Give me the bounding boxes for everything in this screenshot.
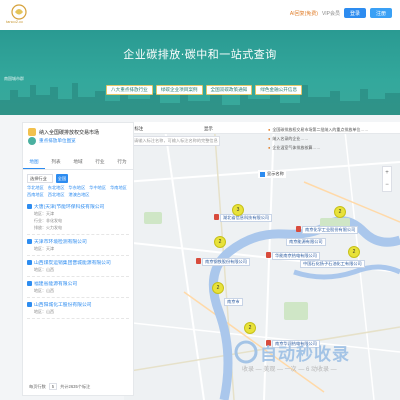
list-item[interactable]: 天津市环境检测有限公司 地区：天津 [27, 235, 129, 256]
region-link[interactable]: 西北地区 [48, 192, 65, 198]
region-link[interactable]: 东北地区 [48, 185, 65, 191]
list-item[interactable]: 福建省能源有限公司 地区：山西 [27, 277, 129, 298]
hero-tab-policies[interactable]: 全国双碳政策通知 [205, 85, 253, 95]
hero-tab-industries[interactable]: 八大重点排放行业 [106, 85, 153, 95]
company-icon [27, 260, 32, 265]
legend-label: 显示名称 [267, 171, 284, 176]
info-note: ● 全国碳排放权交易市场第二批纳入的重点排放单位…… [268, 127, 369, 132]
watermark-subtitle: 收录 — 美观 — 一次 — 6 动收录 — [242, 367, 337, 373]
page-title: 企业碳排放·碳中和一站式查询 [123, 48, 277, 61]
map-cluster[interactable]: 2 [348, 246, 360, 258]
page-size-select[interactable]: 5 [48, 383, 58, 390]
hero-city-label: 南国城市群 [4, 76, 24, 81]
region-filters: 华北地区 东北地区 华东地区 华中地区 华南地区 西南地区 西北地区 港澳台地区 [23, 183, 133, 200]
list-item[interactable]: 山西阳城化工股份有限公司 地区：山西 [27, 298, 129, 319]
tab-region[interactable]: 地域 [67, 156, 89, 169]
map-marker-label[interactable]: 南京能源有限公司 [286, 238, 326, 246]
all-regions-button[interactable]: 全国 [56, 174, 68, 183]
map-marker-label[interactable]: 华能南京热电有限公司 [272, 252, 320, 260]
ai-reply-link[interactable]: AI回复(免费) [290, 10, 318, 17]
map-city-label: 南京市 [224, 298, 243, 306]
pagination: 每页行数 5 共计2635个标注 [29, 383, 91, 390]
map-cluster[interactable]: 2 [244, 322, 256, 334]
map-marker-label[interactable]: 南京钢铁股份有限公司 [202, 258, 250, 266]
map-marker-label[interactable]: 中国石化扬子石油化工有限公司 [300, 260, 365, 268]
map-cluster[interactable]: 2 [334, 206, 346, 218]
company-icon [27, 302, 32, 307]
map-cluster[interactable]: 2 [214, 236, 226, 248]
industry-select[interactable]: 选择行业 [27, 174, 53, 183]
hero-tab-cases[interactable]: 绿碳企业项目案例 [155, 85, 203, 95]
map-pin-icon[interactable] [214, 214, 219, 220]
hero-banner: 南国城市群 企业碳排放·碳中和一站式查询 八大重点排放行业 绿碳企业项目案例 全… [0, 30, 400, 115]
panel-tabs: 地图 列表 地域 行业 行为 [23, 156, 133, 170]
company-list: 大唐(天津)节能环保科技有限公司 地区：天津 行业：非化发电 排放：火力发电 天… [23, 200, 133, 319]
vip-link[interactable]: VIP会员 [322, 10, 340, 17]
info-note: ● 纳入名录的企业…… [268, 136, 309, 141]
company-panel: 纳入全国碳排放权交易市场 重点排放单位图览 地图 列表 地域 行业 行为 选择行… [22, 122, 134, 396]
filter-row: 选择行业 全国 [23, 170, 133, 183]
market-icon [28, 128, 36, 136]
zoom-in-icon[interactable]: + [383, 167, 391, 179]
map-marker-label[interactable]: 南京化学工业股份有限公司 [302, 226, 359, 234]
tab-behavior[interactable]: 行为 [111, 156, 133, 169]
top-navbar: tanco2.cc AI回复(免费) VIP会员 登录 注册 [0, 0, 400, 30]
login-button[interactable]: 登录 [344, 8, 366, 18]
watermark-title: 自动秒收录 [260, 345, 350, 365]
panel-subtitle[interactable]: 重点排放单位图览 [23, 137, 133, 150]
region-link[interactable]: 华南地区 [110, 185, 127, 191]
region-link[interactable]: 华北地区 [27, 185, 44, 191]
tab-industry[interactable]: 行业 [89, 156, 111, 169]
map-legend[interactable]: 显示名称 [258, 170, 286, 178]
top-right-menu: AI回复(免费) VIP会员 登录 注册 [290, 8, 392, 18]
map-search-input[interactable]: 请输入标注名称，可输入标注名称的完整信息 [130, 136, 220, 146]
map-pin-icon[interactable] [296, 226, 301, 232]
watermark: 自动秒收录 收录 — 美观 — 一次 — 6 动收录 — [232, 336, 388, 376]
tab-map[interactable]: 地图 [23, 156, 45, 169]
logo-text: tanco2.cc [6, 19, 24, 24]
region-link[interactable]: 华中地区 [89, 185, 106, 191]
zoom-out-icon[interactable]: − [383, 179, 391, 191]
panel-title: 纳入全国碳排放权交易市场 [23, 123, 133, 138]
hero-tab-list: 八大重点排放行业 绿碳企业项目案例 全国双碳政策通知 绿色金融公开信息 [106, 85, 303, 95]
region-link[interactable]: 港澳台地区 [69, 192, 90, 198]
map-pin-icon[interactable] [196, 258, 201, 264]
map-zoom-controls[interactable]: + − [382, 166, 392, 192]
map-cluster[interactable]: 3 [232, 204, 244, 216]
map-pin-icon[interactable] [266, 252, 271, 258]
region-link[interactable]: 华东地区 [69, 185, 86, 191]
info-notes: ● 全国碳排放权交易市场第二批纳入的重点排放单位…… ● 纳入名录的企业…… ● 企业… [268, 127, 398, 154]
location-icon [28, 137, 36, 145]
register-button[interactable]: 注册 [370, 8, 392, 18]
company-icon [27, 239, 32, 244]
watermark-logo-icon [234, 340, 258, 364]
info-note: ● 企业温室气体排放核算…… [268, 145, 321, 150]
map-cluster[interactable]: 2 [212, 282, 224, 294]
hero-tab-finance[interactable]: 绿色金融公开信息 [255, 85, 303, 95]
city-skyline-image [0, 83, 400, 115]
tab-list[interactable]: 列表 [45, 156, 67, 169]
company-icon [27, 204, 32, 209]
map-display-label: 显示 [204, 126, 213, 131]
company-icon [27, 281, 32, 286]
list-item[interactable]: 大唐(天津)节能环保科技有限公司 地区：天津 行业：非化发电 排放：火力发电 [27, 200, 129, 235]
map-marker-label[interactable]: 湖北省信息科技有限公司 [220, 214, 273, 222]
region-link[interactable]: 西南地区 [27, 192, 44, 198]
checkbox-icon[interactable] [260, 171, 265, 177]
list-item[interactable]: 山西煤炭运销集团晋城能源有限公司 地区：山西 [27, 256, 129, 277]
